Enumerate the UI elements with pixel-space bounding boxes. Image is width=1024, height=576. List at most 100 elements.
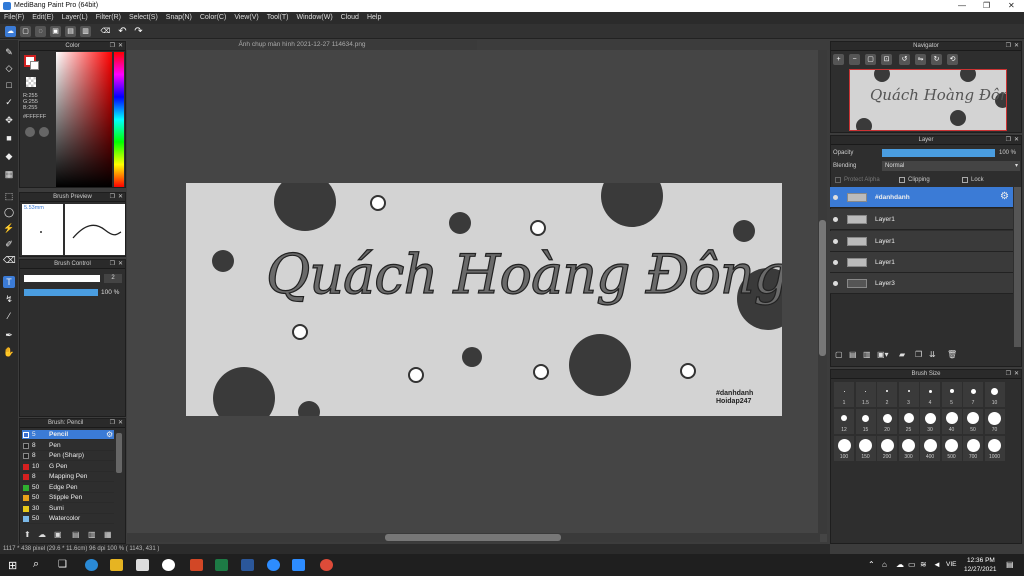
hand-tool-icon[interactable]: ✋ (3, 346, 15, 358)
brush-size-option[interactable]: 10 (984, 382, 1005, 407)
brush-size-option[interactable]: 1000 (984, 436, 1005, 461)
layer-list-scrollbar[interactable] (1014, 187, 1021, 347)
new-layer-icon[interactable]: ▢ (835, 350, 843, 359)
fit-icon[interactable]: ▢ (865, 54, 876, 65)
text-tool-icon[interactable]: T (3, 276, 15, 288)
brush-tool-icon[interactable]: ✎ (3, 46, 15, 58)
brush-size-option[interactable]: 2 (877, 382, 897, 407)
redo-icon[interactable]: ↷ (133, 26, 144, 37)
brush-opacity-slider[interactable] (24, 289, 98, 296)
export-icon[interactable]: ▤ (65, 26, 76, 37)
menu-filter[interactable]: Filter(R) (92, 12, 125, 21)
brush-item-pen-sharp[interactable]: 8 Pen (Sharp) (22, 451, 114, 461)
cloud-tray-icon[interactable]: ☁ (896, 560, 904, 569)
brush-opacity-field[interactable]: 100 % (101, 289, 119, 296)
layer-folder-icon[interactable]: ▰ (899, 350, 905, 359)
brush-item-mapping-pen[interactable]: 8 Mapping Pen (22, 472, 114, 482)
panel-close-icon[interactable]: ✕ (118, 419, 123, 428)
color-hue-slider[interactable] (114, 52, 124, 187)
task-view-icon[interactable]: ❑ (58, 559, 67, 570)
select-check-icon[interactable]: ✓ (3, 96, 15, 108)
gear-icon[interactable]: ⚙ (106, 430, 113, 440)
panel-close-icon[interactable]: ✕ (118, 193, 123, 202)
brush-size-option[interactable]: 7 (963, 382, 983, 407)
panel-minimize-icon[interactable]: ❐ (110, 42, 115, 51)
clock-date[interactable]: 12/27/2021 (964, 566, 997, 573)
eye-icon[interactable] (833, 217, 838, 222)
menu-window[interactable]: Window(W) (292, 12, 336, 21)
new-halftone-layer-icon[interactable]: ▤ (849, 350, 857, 359)
rotate-left-icon[interactable]: ↺ (899, 54, 910, 65)
eyedropper-icon[interactable]: ✒ (3, 329, 15, 341)
panel-minimize-icon[interactable]: ❐ (110, 419, 115, 428)
layer-row-danhdanh[interactable]: #danhdanh ⚙ (830, 187, 1013, 208)
horizontal-scroll-thumb[interactable] (385, 534, 561, 541)
brush-size-slider[interactable] (24, 275, 100, 282)
brush-item-edge-pen[interactable]: 50 Edge Pen (22, 483, 114, 493)
layer-row-layer3[interactable]: Layer3 (830, 273, 1013, 294)
bucket-tool-icon[interactable]: ◆ (3, 150, 15, 162)
panel-minimize-icon[interactable]: ❐ (110, 193, 115, 202)
brush-size-option[interactable]: 12 (834, 409, 854, 434)
menu-snap[interactable]: Snap(N) (162, 12, 196, 21)
new-icon[interactable]: ▢ (20, 26, 31, 37)
panel-minimize-icon[interactable]: ❐ (1006, 370, 1011, 379)
protect-alpha-checkbox[interactable] (835, 177, 841, 183)
brush-size-option[interactable]: 300 (898, 436, 919, 461)
panel-close-icon[interactable]: ✕ (1014, 42, 1019, 51)
eye-icon[interactable] (833, 195, 838, 200)
layer-row-layer1[interactable]: Layer1 (830, 209, 1013, 230)
brush-delete-icon[interactable]: ▦ (104, 530, 112, 539)
wifi-icon[interactable]: ≋ (920, 560, 927, 569)
clock-time[interactable]: 12:36 PM (967, 557, 995, 564)
zoom-icon[interactable] (267, 559, 280, 571)
brush-size-option[interactable]: 5 (941, 382, 962, 407)
brush-size-option[interactable]: 40 (941, 409, 962, 434)
panel-close-icon[interactable]: ✕ (118, 42, 123, 51)
fill-rect-icon[interactable]: ■ (3, 132, 15, 144)
move-tool-icon[interactable]: ✥ (3, 114, 15, 126)
maximize-button[interactable]: ❐ (983, 1, 990, 10)
cloud-icon[interactable]: ☁ (5, 26, 16, 37)
menu-help[interactable]: Help (363, 12, 385, 21)
windows-start-icon[interactable]: ⊞ (8, 559, 17, 572)
chrome-icon[interactable] (320, 559, 333, 571)
panel-close-icon[interactable]: ✕ (118, 260, 123, 269)
panel-close-icon[interactable]: ✕ (1014, 136, 1019, 145)
battery-icon[interactable]: ▭ (908, 560, 916, 569)
color-sv-picker[interactable] (56, 52, 112, 187)
brush-size-option[interactable]: 200 (877, 436, 897, 461)
minimize-button[interactable]: — (958, 1, 966, 10)
horizontal-scrollbar[interactable] (127, 533, 820, 542)
lasso-tool-icon[interactable]: ◯ (3, 206, 15, 218)
delete-layer-icon[interactable]: 🗑 (947, 350, 957, 359)
document-tab[interactable]: Ảnh chụp màn hình 2021-12-27 114634.png (127, 40, 477, 50)
excel-icon[interactable] (215, 559, 228, 571)
vertical-scrollbar[interactable] (818, 50, 827, 534)
brush-item-sumi[interactable]: 30 Sumi (22, 504, 114, 514)
chevron-up-icon[interactable]: ⌃ (868, 560, 875, 569)
notification-icon[interactable]: ▤ (1006, 560, 1014, 569)
gradient-tool-icon[interactable]: ▦ (3, 168, 15, 180)
volume-icon[interactable]: ◄ (933, 560, 941, 569)
new-8bit-layer-icon[interactable]: ▥ (863, 350, 871, 359)
search-icon[interactable]: ⌕ (33, 558, 39, 571)
menu-layer[interactable]: Layer(L) (58, 12, 92, 21)
brush-size-option[interactable]: 4 (920, 382, 940, 407)
brush-size-field[interactable]: 2 (104, 274, 122, 283)
brush-list-scrollbar[interactable] (116, 433, 122, 473)
brush-folder-icon[interactable]: ▥ (88, 530, 96, 539)
zoom-out-icon[interactable]: − (849, 54, 860, 65)
gear-icon[interactable]: ⚙ (1000, 191, 1009, 202)
brush-copy-icon[interactable]: ▤ (72, 530, 80, 539)
brush-size-option[interactable]: 70 (984, 409, 1005, 434)
menu-color[interactable]: Color(C) (196, 12, 230, 21)
store-icon[interactable] (136, 559, 149, 571)
word-icon[interactable] (241, 559, 254, 571)
transparent-color-icon[interactable] (26, 77, 36, 87)
menu-view[interactable]: View(V) (230, 12, 262, 21)
brush-size-option[interactable]: 150 (855, 436, 876, 461)
brush-size-option[interactable]: 50 (963, 409, 983, 434)
select-pen-icon[interactable]: ✐ (3, 238, 15, 250)
brush-item-g-pen[interactable]: 10 G Pen (22, 462, 114, 472)
